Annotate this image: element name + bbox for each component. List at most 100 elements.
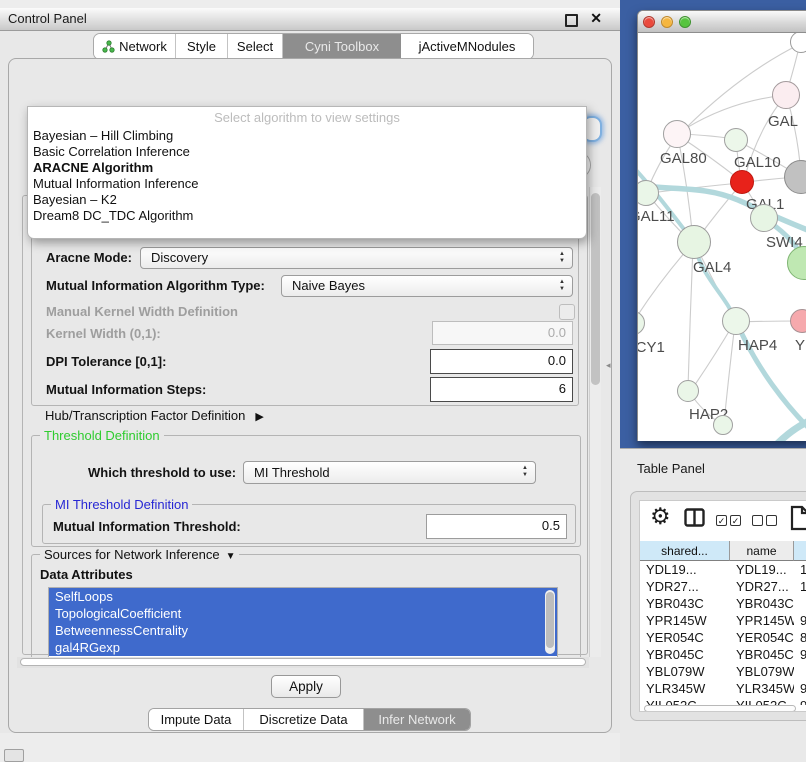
scrollbar-thumb[interactable] xyxy=(591,193,600,385)
control-panel: Control Panel ✕ Network Style Select Cyn… xyxy=(0,8,620,733)
table-row[interactable]: YBR043CYBR043C xyxy=(640,595,806,612)
network-node-gal[interactable] xyxy=(772,81,800,109)
tab-network[interactable]: Network xyxy=(94,34,176,59)
algorithm-option[interactable]: ARACNE Algorithm xyxy=(28,160,586,176)
network-node-swi4[interactable] xyxy=(750,204,778,232)
network-node-hap4[interactable] xyxy=(722,307,750,335)
column-header-name[interactable]: name xyxy=(730,541,794,561)
hub-definition-expander[interactable]: Hub/Transcription Factor Definition▶ xyxy=(45,408,264,423)
table-cell: YER054C xyxy=(730,629,794,646)
mi-threshold-definition-group: MI Threshold Definition Mutual Informati… xyxy=(42,504,576,544)
sources-expander[interactable]: Sources for Network Inference▼ xyxy=(40,547,239,562)
unchecked-checkbox-icon[interactable] xyxy=(752,515,763,526)
aracne-mode-combo[interactable]: Discovery ▲▼ xyxy=(140,247,573,269)
algorithm-option[interactable]: Bayesian – Hill Climbing xyxy=(28,128,586,144)
network-node-gal10[interactable] xyxy=(724,128,748,152)
network-view-window[interactable]: GALGAL80GAL10GAL1GAL11SWI4GAL4GCY1HAP4YH… xyxy=(637,10,806,441)
zoom-traffic-light-icon[interactable] xyxy=(679,16,691,28)
tab-cyni-toolbox[interactable]: Cyni Toolbox xyxy=(283,34,401,59)
tab-jactivemnodules[interactable]: jActiveMNodules xyxy=(401,34,533,59)
splitter-handle[interactable]: ◂ xyxy=(606,360,611,371)
close-icon[interactable]: ✕ xyxy=(590,10,602,27)
table-row[interactable]: YBR045CYBR045C9. xyxy=(640,646,806,663)
algorithm-options: Bayesian – Hill ClimbingBasic Correlatio… xyxy=(28,128,586,224)
table-row[interactable]: YER054CYER054C8. xyxy=(640,629,806,646)
aracne-mode-value: Discovery xyxy=(151,248,208,268)
attribute-item[interactable]: BetweennessCentrality xyxy=(49,622,557,639)
expand-arrow-icon: ▶ xyxy=(255,411,263,423)
tab-label: Network xyxy=(119,39,167,54)
attribute-items: SelfLoopsTopologicalCoefficientBetweenne… xyxy=(49,588,557,656)
sources-group: Sources for Network Inference▼ Data Attr… xyxy=(31,554,581,662)
mi-steps-field[interactable]: 6 xyxy=(430,377,573,402)
node-label: GAL4 xyxy=(693,259,731,276)
kernel-width-field[interactable]: 0.0 xyxy=(432,321,573,345)
dpi-tolerance-field[interactable]: 0.0 xyxy=(430,349,573,374)
column-header-partial[interactable]: A xyxy=(794,541,806,561)
apply-button[interactable]: Apply xyxy=(271,675,341,698)
settings-vertical-scrollbar[interactable] xyxy=(589,187,601,657)
algorithm-option[interactable]: Mutual Information Inference xyxy=(28,176,586,192)
attribute-item[interactable]: SelfLoops xyxy=(49,588,557,605)
manual-kernel-checkbox[interactable] xyxy=(559,304,575,320)
unchecked-checkbox-icon[interactable] xyxy=(766,515,777,526)
table-row[interactable]: YPR145WYPR145W9. xyxy=(640,612,806,629)
table-row[interactable]: YIL052CYIL052C9 xyxy=(640,697,806,705)
network-canvas[interactable]: GALGAL80GAL10GAL1GAL11SWI4GAL4GCY1HAP4YH… xyxy=(638,33,806,441)
algorithm-option[interactable]: Dream8 DC_TDC Algorithm xyxy=(28,208,586,224)
mi-threshold-field[interactable]: 0.5 xyxy=(426,514,567,539)
scrollbar-thumb[interactable] xyxy=(644,705,796,712)
tab-style[interactable]: Style xyxy=(176,34,228,59)
table-cell: YBR045C xyxy=(640,646,730,663)
which-threshold-combo[interactable]: MI Threshold ▲▼ xyxy=(243,461,536,484)
table-cell: 13 xyxy=(794,561,806,578)
attribute-item[interactable]: gal4RGexp xyxy=(49,639,557,656)
table-horizontal-scrollbar[interactable] xyxy=(640,705,806,712)
attribute-item[interactable]: TopologicalCoefficient xyxy=(49,605,557,622)
table-cell: YLR345W xyxy=(640,680,730,697)
table-cell: YDL19... xyxy=(640,561,730,578)
network-node-gal1[interactable] xyxy=(730,170,754,194)
attributes-scrollbar[interactable] xyxy=(545,590,555,654)
algorithm-option[interactable]: Bayesian – K2 xyxy=(28,192,586,208)
minimize-traffic-light-icon[interactable] xyxy=(661,16,673,28)
table-header: shared... name A xyxy=(640,541,806,561)
table-panel-card: ⚙ ✓ ✓ shared... name A xyxy=(630,491,806,721)
table-toolbar: ⚙ ✓ ✓ xyxy=(640,501,806,541)
table-row[interactable]: YLR345WYLR345W9. xyxy=(640,680,806,697)
scrollbar-thumb[interactable] xyxy=(546,592,554,648)
table-row[interactable]: YDR27...YDR27...12 xyxy=(640,578,806,595)
checked-checkbox-icon[interactable]: ✓ xyxy=(716,515,727,526)
network-node[interactable] xyxy=(713,415,733,435)
float-window-icon[interactable] xyxy=(565,14,578,27)
tab-impute-data[interactable]: Impute Data xyxy=(149,709,244,730)
tab-select[interactable]: Select xyxy=(228,34,283,59)
split-columns-icon[interactable] xyxy=(684,508,705,532)
settings-horizontal-scrollbar[interactable] xyxy=(17,657,589,668)
checked-checkbox-icon[interactable]: ✓ xyxy=(730,515,741,526)
scrollbar-thumb[interactable] xyxy=(20,658,586,666)
dpi-tolerance-label: DPI Tolerance [0,1]: xyxy=(46,354,166,369)
network-window-titlebar[interactable] xyxy=(638,11,806,33)
network-node-gal4[interactable] xyxy=(677,225,711,259)
network-node-gal80[interactable] xyxy=(663,120,691,148)
gear-icon[interactable]: ⚙ xyxy=(650,503,671,530)
node-label: Y xyxy=(795,337,805,354)
collapsed-panel-button[interactable] xyxy=(4,749,24,762)
network-node-hap2[interactable] xyxy=(677,380,699,402)
table-cell: 9. xyxy=(794,646,806,663)
algorithm-option[interactable]: Basic Correlation Inference xyxy=(28,144,586,160)
table-row[interactable]: YDL19...YDL19...13 xyxy=(640,561,806,578)
document-icon[interactable] xyxy=(790,505,806,536)
table-panel-inner: ⚙ ✓ ✓ shared... name A xyxy=(639,500,806,712)
tab-discretize-data[interactable]: Discretize Data xyxy=(244,709,364,730)
data-attributes-list[interactable]: SelfLoopsTopologicalCoefficientBetweenne… xyxy=(48,587,558,659)
table-row[interactable]: YBL079WYBL079W xyxy=(640,663,806,680)
close-traffic-light-icon[interactable] xyxy=(643,16,655,28)
application-root: Control Panel ✕ Network Style Select Cyn… xyxy=(0,0,806,762)
column-header-shared-name[interactable]: shared... xyxy=(640,541,730,561)
mi-type-combo[interactable]: Naive Bayes ▲▼ xyxy=(281,275,573,297)
tab-infer-network[interactable]: Infer Network xyxy=(364,709,470,730)
table-rows: YDL19...YDL19...13YDR27...YDR27...12YBR0… xyxy=(640,561,806,705)
settings-viewport: Cyni Algorithm Settings Algorithm Defini… xyxy=(17,187,601,668)
